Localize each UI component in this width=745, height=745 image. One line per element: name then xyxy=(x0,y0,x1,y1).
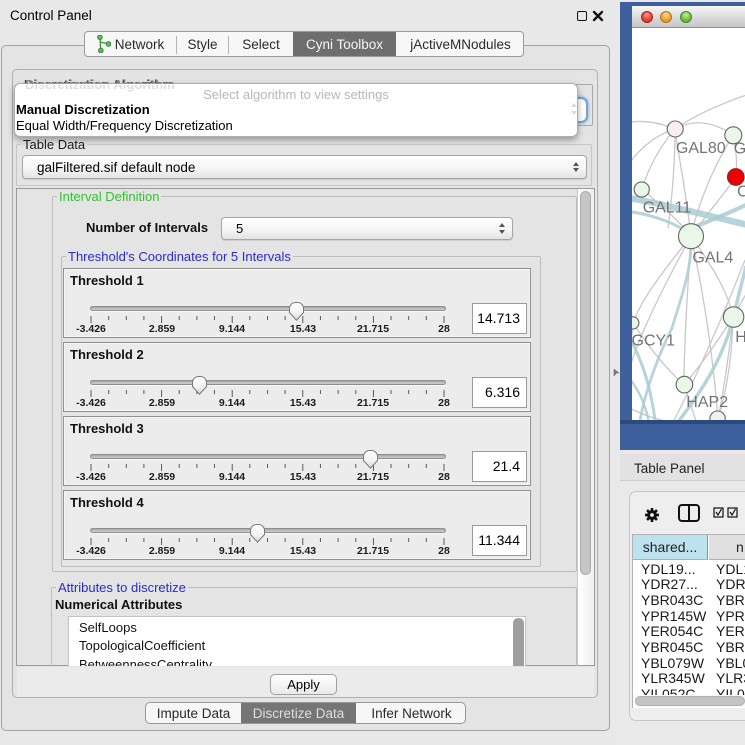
svg-text:GAL80: GAL80 xyxy=(676,140,726,157)
svg-text:CY: CY xyxy=(737,183,745,200)
svg-text:HI: HI xyxy=(735,329,745,346)
svg-text:GCY1: GCY1 xyxy=(632,333,675,350)
svg-text:HAP2: HAP2 xyxy=(686,394,728,411)
svg-text:GAL4: GAL4 xyxy=(692,250,733,267)
svg-text:GA: GA xyxy=(734,141,745,158)
svg-text:GAL11: GAL11 xyxy=(643,199,692,216)
